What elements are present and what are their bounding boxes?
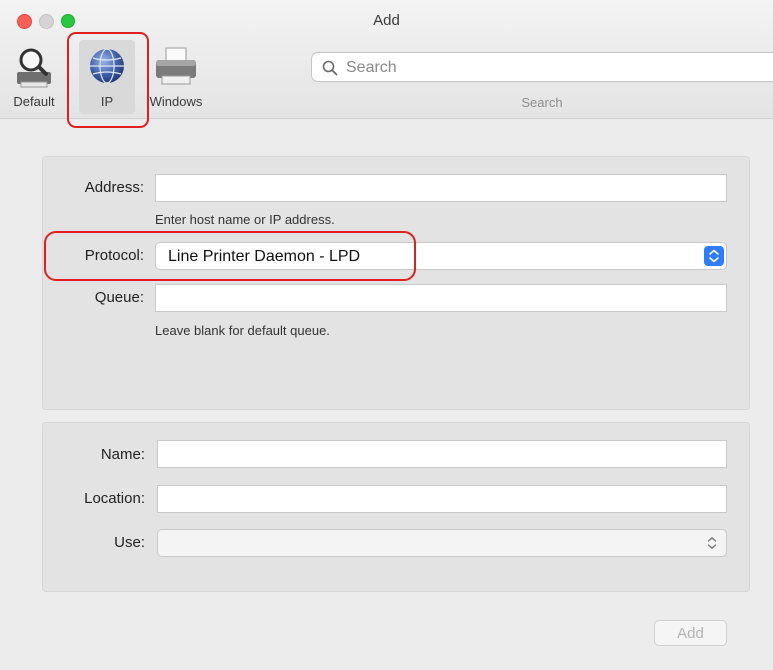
search-icon [322, 60, 338, 76]
magnifier-printer-icon [17, 48, 51, 88]
toolbar-windows-button[interactable]: Windows [140, 40, 212, 114]
search-input[interactable] [344, 57, 768, 79]
select-chevron-icon [702, 533, 722, 553]
protocol-highlight-annotation [44, 231, 416, 281]
printer-icon [156, 47, 196, 85]
queue-field[interactable] [155, 284, 727, 312]
name-field[interactable] [157, 440, 727, 468]
search-field[interactable] [311, 52, 773, 82]
select-stepper-icon [704, 246, 724, 266]
search-label: Search [521, 95, 563, 110]
ip-highlight-annotation [67, 32, 149, 128]
location-label: Location: [84, 490, 145, 507]
toolbar-windows-label: Windows [149, 94, 203, 109]
address-field[interactable] [155, 174, 727, 202]
location-field[interactable] [157, 485, 727, 513]
queue-hint: Leave blank for default queue. [155, 323, 330, 338]
address-hint: Enter host name or IP address. [155, 212, 335, 227]
queue-label: Queue: [94, 289, 144, 306]
window-title: Add [373, 12, 400, 29]
address-label: Address: [84, 179, 144, 196]
use-select[interactable] [157, 529, 727, 557]
use-label: Use: [114, 534, 145, 551]
add-button[interactable]: Add [654, 620, 727, 646]
toolbar-default-label: Default [13, 94, 55, 109]
toolbar-default-button[interactable]: Default [0, 40, 68, 114]
name-label: Name: [100, 446, 145, 463]
